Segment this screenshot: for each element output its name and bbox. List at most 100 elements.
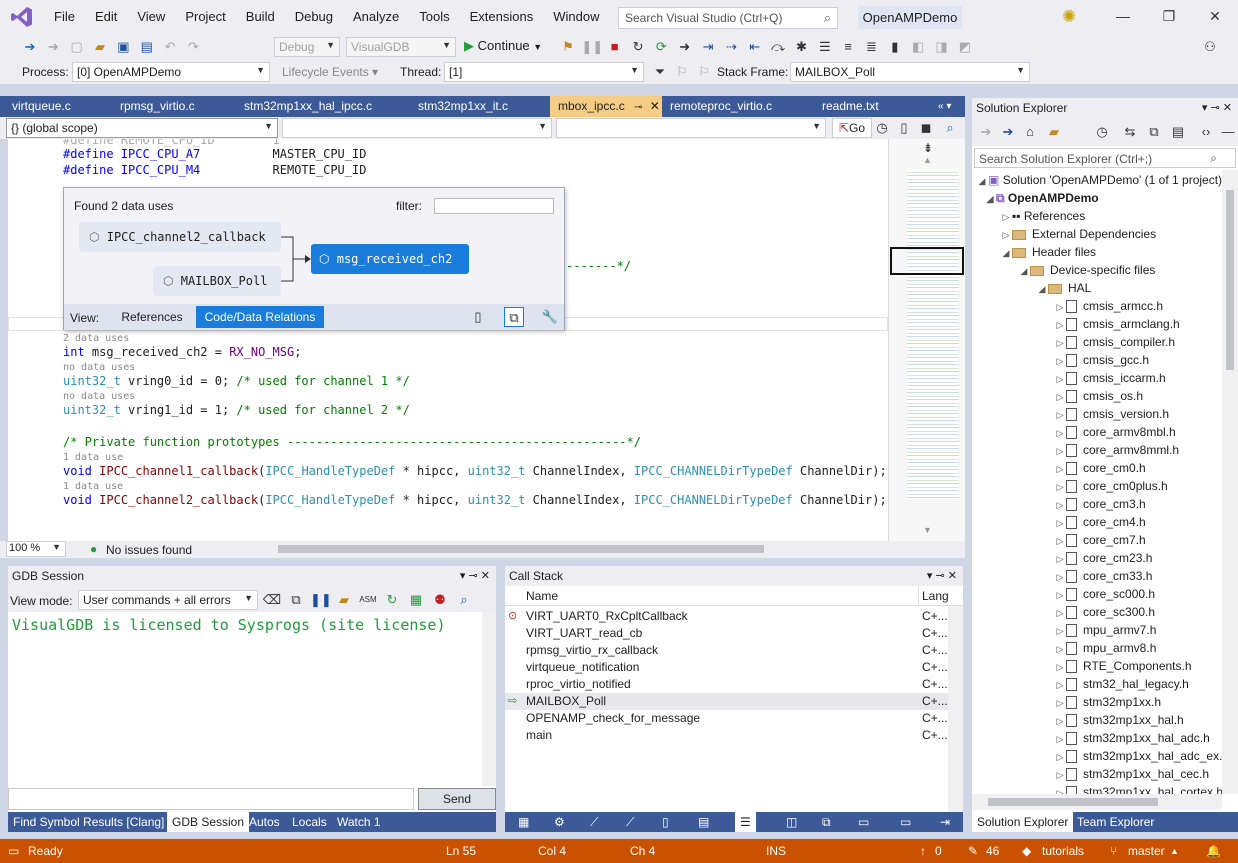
tree-file-item[interactable]: ▷ cmsis_gcc.h — [1054, 351, 1149, 369]
bookmark-icon[interactable]: ▮ — [885, 37, 905, 57]
forward-icon[interactable]: ➔ — [998, 122, 1018, 142]
issues-label[interactable]: No issues found — [106, 543, 192, 557]
clear-icon[interactable]: ⌫ — [262, 590, 282, 610]
menu-edit[interactable]: Edit — [85, 0, 127, 34]
step-out-icon[interactable]: ⇤ — [745, 37, 765, 57]
registers-icon[interactable]: ▤ — [693, 812, 714, 832]
callstack-row[interactable]: rpmsg_virtio_rx_callback C+... — [505, 642, 948, 659]
references-tab[interactable]: References — [110, 306, 194, 328]
collapse-icon[interactable]: ◢ — [984, 190, 996, 208]
tree-file-item[interactable]: ▷ mpu_armv7.h — [1054, 621, 1156, 639]
hscroll-thumb[interactable] — [988, 798, 1158, 806]
menu-debug[interactable]: Debug — [285, 0, 343, 34]
tree-file-item[interactable]: ▷ core_armv8mml.h — [1054, 441, 1179, 459]
asm-icon[interactable]: ASM — [358, 590, 378, 610]
tree-file-item[interactable]: ▷ stm32mp1xx_hal_adc_ex.h — [1054, 747, 1222, 765]
expand-icon[interactable]: ▷ — [1054, 460, 1066, 478]
expand-icon[interactable]: ▷ — [1054, 604, 1066, 622]
notifications-icon[interactable]: 🔔 — [1206, 839, 1221, 863]
tree-file-item[interactable]: ▷ core_cm4.h — [1054, 513, 1146, 531]
memory-icon[interactable]: ▯ — [657, 812, 674, 832]
pending-changes-icon[interactable]: ◷ — [1092, 122, 1112, 142]
next-bookmark-icon[interactable]: ◨ — [932, 37, 952, 57]
breakpoints-icon[interactable]: ▦ — [513, 812, 534, 832]
expand-icon[interactable]: ▷ — [1054, 784, 1066, 794]
tree-file-item[interactable]: ▷ core_cm0.h — [1054, 459, 1146, 477]
split-icon[interactable]: ⇟ — [923, 141, 933, 155]
expand-icon[interactable]: ▷ — [1000, 208, 1012, 226]
expand-icon[interactable]: ▷ — [1054, 622, 1066, 640]
clear-bookmarks-icon[interactable]: ◩ — [955, 37, 975, 57]
find-icon[interactable]: ⌕ — [940, 118, 960, 138]
tree-file-item[interactable]: ▷ RTE_Components.h — [1054, 657, 1192, 675]
clock-icon[interactable]: ◷ — [872, 118, 892, 138]
platform-select[interactable]: VisualGDB ▼ — [346, 37, 456, 57]
modules-icon[interactable]: ⧉ — [817, 812, 836, 832]
close-icon[interactable]: ✕ — [1200, 4, 1230, 28]
tree-file-item[interactable]: ▷ cmsis_armcc.h — [1054, 297, 1163, 315]
tree-file-item[interactable]: ▷ stm32mp1xx_hal.h — [1054, 711, 1184, 729]
menu-extensions[interactable]: Extensions — [460, 0, 544, 34]
horizontal-scrollbar[interactable] — [278, 545, 764, 553]
node-mailbox-poll[interactable]: ⬡ MAILBOX_Poll — [153, 266, 281, 296]
expand-icon[interactable]: ▷ — [1054, 334, 1066, 352]
forward-icon[interactable]: ➔ — [43, 37, 63, 57]
callstack-row[interactable]: virtqueue_notification C+... — [505, 659, 948, 676]
thread-select[interactable]: [1] ▼ — [444, 62, 644, 82]
filter-input[interactable] — [434, 198, 554, 214]
uncomment-icon[interactable]: ≣ — [861, 37, 881, 57]
publish-icon[interactable]: ↑ — [920, 839, 926, 863]
tree-file-item[interactable]: ▷ mpu_armv8.h — [1054, 639, 1156, 657]
show-flagged-icon[interactable]: ⚐ — [694, 62, 714, 82]
pause-icon[interactable]: ❚❚ — [581, 37, 603, 57]
tab-remoteproc-virtio[interactable]: remoteproc_virtio.c — [662, 96, 814, 117]
tree-file-item[interactable]: ▷ cmsis_compiler.h — [1054, 333, 1175, 351]
save-all-icon[interactable]: ▤ — [137, 37, 157, 57]
tree-project[interactable]: ◢ ⧉ OpenAMPDemo — [984, 189, 1099, 207]
minimap-viewport[interactable] — [890, 247, 964, 275]
tree-file-item[interactable]: ▷ core_cm3.h — [1054, 495, 1146, 513]
gdb-command-input[interactable] — [8, 788, 414, 810]
expand-icon[interactable]: ▷ — [1054, 388, 1066, 406]
column-name[interactable]: Name — [526, 589, 558, 603]
menu-file[interactable]: File — [44, 0, 85, 34]
tab-mbox-ipcc[interactable]: mbox_ipcc.c ⊸ ✕ — [550, 96, 662, 117]
expand-icon[interactable]: ▷ — [1054, 658, 1066, 676]
tree-file-item[interactable]: ▷ cmsis_armclang.h — [1054, 315, 1180, 333]
filter-icon[interactable]: ⏷ — [650, 62, 670, 82]
collapse-icon[interactable]: ◢ — [1036, 280, 1048, 298]
live-share-sun-icon[interactable]: ✺ — [1062, 7, 1076, 27]
tab-gdb-session[interactable]: GDB Session — [167, 812, 250, 832]
tree-solution-root[interactable]: ◢ ▣ Solution 'OpenAMPDemo' (1 of 1 projec… — [976, 171, 1222, 189]
view-mode-select[interactable]: User commands + all errors ▼ — [78, 590, 258, 610]
data-uses-hint[interactable]: no data uses — [63, 391, 135, 402]
tree-file-item[interactable]: ▷ core_cm33.h — [1054, 567, 1152, 585]
tree-references[interactable]: ▷ ▪▪ References — [1000, 207, 1086, 226]
solution-vertical-scrollbar[interactable] — [1222, 170, 1238, 794]
tree-hal[interactable]: ◢ HAL — [1036, 279, 1092, 298]
step-into-icon[interactable]: ⇥ — [698, 37, 718, 57]
repo-icon[interactable]: ◆ — [1022, 839, 1031, 863]
solution-search-input[interactable]: Search Solution Explorer (Ctrl+;) ⌕ — [974, 148, 1236, 168]
lifecycle-events-button[interactable]: Lifecycle Events ▾ — [282, 65, 378, 79]
collapse-icon[interactable]: ◢ — [1000, 244, 1012, 262]
pane-controls-icon[interactable]: ▾ ⊸ ✕ — [1202, 98, 1232, 118]
show-next-statement-icon[interactable]: ➜ — [675, 37, 695, 57]
hex-display-icon[interactable]: ✱ — [791, 37, 811, 57]
data-uses-hint[interactable]: no data uses — [63, 362, 135, 373]
output-icon[interactable]: ▭ — [895, 812, 916, 832]
callstack-row[interactable]: ⇨ MAILBOX_Poll C+... — [505, 693, 948, 710]
zoom-select[interactable]: 100 % ▼ — [6, 541, 66, 557]
expand-icon[interactable]: ▷ — [1000, 226, 1012, 244]
data-uses-hint[interactable]: 1 data use — [63, 452, 123, 463]
expand-icon[interactable]: ▷ — [1054, 748, 1066, 766]
flag-thread-icon[interactable]: ⚐ — [672, 62, 692, 82]
status-unpushed[interactable]: 0 — [935, 839, 942, 863]
pin-icon[interactable]: ⊸ — [634, 102, 642, 113]
preview-icon[interactable]: ‹› — [1196, 122, 1216, 142]
code-minimap[interactable]: ⇟ ▲ ▼ — [888, 139, 965, 541]
expand-icon[interactable]: ▷ — [1054, 730, 1066, 748]
tree-file-item[interactable]: ▷ core_sc300.h — [1054, 603, 1155, 621]
status-repository[interactable]: tutorials — [1042, 839, 1084, 863]
tree-file-item[interactable]: ▷ core_cm0plus.h — [1054, 477, 1168, 495]
